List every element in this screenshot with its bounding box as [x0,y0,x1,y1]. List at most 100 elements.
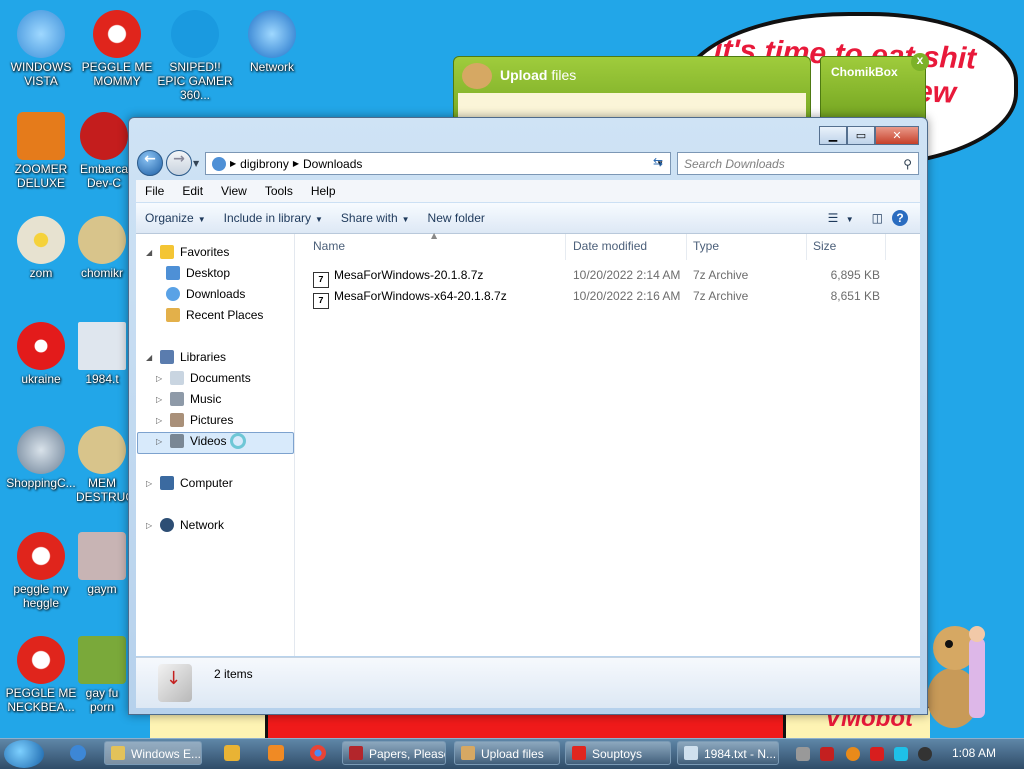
file-date: 10/20/2022 2:14 AM [573,268,681,282]
refresh-icon[interactable]: ⇆ [647,152,669,173]
back-button[interactable]: ← [137,150,163,176]
include-in-library-button[interactable]: Include in library ▼ [215,211,332,225]
desktop-icon-peggle-my-heggle[interactable]: peggle my heggle [0,532,82,610]
share-with-button[interactable]: Share with ▼ [332,211,419,225]
nav-label: Recent Places [186,308,264,322]
tray-app-icon[interactable] [796,747,810,761]
paint-icon[interactable] [268,745,284,761]
start-button[interactable] [4,740,44,768]
nav-network[interactable]: ▷ Network [146,515,224,535]
nav-videos[interactable]: ▷ Videos [156,431,247,451]
internet-explorer-icon[interactable] [70,745,86,761]
tray-monitor-icon[interactable] [894,747,908,761]
change-view-icon[interactable]: ☰ ▼ [819,211,863,225]
desktop-icon-mem-destruc[interactable]: MEM DESTRUC [76,426,128,504]
tray-flag-icon[interactable] [870,747,884,761]
organize-label: Organize [145,211,194,225]
column-header-name[interactable]: Name [313,239,345,253]
nav-favorites[interactable]: ◢ Favorites [146,242,229,262]
nav-libraries[interactable]: ◢ Libraries [146,347,226,367]
nav-music[interactable]: ▷ Music [156,389,221,409]
peggle-icon [17,636,65,684]
table-row[interactable]: 7 MesaForWindows-x64-20.1.8.7z 10/20/2022… [295,286,915,309]
star-icon [160,245,174,259]
tray-search-icon[interactable] [846,747,860,761]
menu-view[interactable]: View [212,184,256,198]
column-header-date-modified[interactable]: Date modified [573,239,647,253]
expand-icon[interactable]: ▷ [146,521,156,530]
forward-button[interactable]: → [166,150,192,176]
desktop-icon-label: ZOOMER DELUXE [14,162,68,190]
help-icon[interactable]: ? [892,210,908,226]
new-folder-button[interactable]: New folder [419,211,494,225]
menu-file[interactable]: File [136,184,173,198]
recent-pages-chevron-icon[interactable]: ▼ [193,159,199,168]
taskbar-button-souptoys[interactable]: Souptoys [565,741,671,765]
chomikbox-close-button[interactable]: x [911,53,929,71]
menu-help[interactable]: Help [302,184,345,198]
media-player-icon[interactable] [224,745,240,761]
breadcrumb-downloads[interactable]: Downloads [299,157,366,171]
table-row[interactable]: 7 MesaForWindows-20.1.8.7z 10/20/2022 2:1… [295,265,915,288]
desktop-icon-embarcadero[interactable]: Embarca Dev-C [76,112,132,190]
taskbar: Windows E... Papers, Please Upload files… [0,738,1024,769]
taskbar-button-papers-please[interactable]: Papers, Please [342,741,446,765]
desktop-icon-chomikr[interactable]: chomikr [76,216,128,280]
desktop-icon-sniped[interactable]: SNIPED!! EPIC GAMER 360... [154,10,236,102]
nav-computer[interactable]: ▷ Computer [146,473,233,493]
desktop-icon-shopping[interactable]: ShoppingC... [0,426,82,490]
expand-icon[interactable]: ▷ [156,437,166,446]
menu-tools[interactable]: Tools [256,184,302,198]
desktop-icon-gay-fu[interactable]: gay fu porn [76,636,128,714]
taskbar-button-notepad[interactable]: 1984.txt - N... [677,741,779,765]
nav-documents[interactable]: ▷ Documents [156,368,251,388]
desktop-icon-ukraine[interactable]: ukraine [0,322,82,386]
expand-icon[interactable]: ▷ [146,479,156,488]
desktop-icon-gaym[interactable]: gaym [76,532,128,596]
taskbar-button-windows-explorer[interactable]: Windows E... [104,741,202,765]
collapse-icon[interactable]: ◢ [146,248,156,257]
taskbar-label: Souptoys [592,747,643,761]
busy-cursor-icon [230,433,247,449]
nav-downloads[interactable]: Downloads [166,284,245,304]
search-icon[interactable]: ⚲ [903,157,918,171]
desktop-icon-windows-vista[interactable]: WINDOWS VISTA [0,10,82,88]
tray-v-icon[interactable] [820,747,834,761]
menu-edit[interactable]: Edit [173,184,212,198]
taskbar-label: Upload files [481,747,544,761]
address-bar[interactable]: ▶ digibrony ▶ Downloads ▼ [205,152,671,175]
desktop-icon-zom[interactable]: zom [0,216,82,280]
desktop-icon-network[interactable]: Network [231,10,313,74]
tray-volume-icon[interactable] [918,747,932,761]
hamster-mascot-icon[interactable] [925,618,1005,736]
clock-app-icon [78,216,126,264]
menu-bar: File Edit View Tools Help [136,180,920,202]
preview-pane-icon[interactable]: ◫ [863,211,892,225]
maximize-button[interactable]: ▭ [847,126,875,145]
organize-button[interactable]: Organize ▼ [136,211,215,225]
taskbar-button-upload-files[interactable]: Upload files [454,741,560,765]
breadcrumb-digibrony[interactable]: digibrony [236,157,293,171]
expand-icon[interactable]: ▷ [156,374,166,383]
desktop-icon-1984[interactable]: 1984.t [76,322,128,386]
minimize-button[interactable]: ▁ [819,126,847,145]
nav-pictures[interactable]: ▷ Pictures [156,410,233,430]
column-header-size[interactable]: Size [813,239,836,253]
desktop-icon-peggle-me-mommy[interactable]: PEGGLE ME MOMMY [76,10,158,88]
desktop-icon-zoomer-deluxe[interactable]: ZOOMER DELUXE [0,112,82,190]
explorer-window[interactable]: ▁ ▭ ✕ ← → ▼ ▶ digibrony ▶ Downloads ▼ ⇆ … [128,117,928,715]
collapse-icon[interactable]: ◢ [146,353,156,362]
chrome-icon[interactable] [310,745,326,761]
nav-desktop[interactable]: Desktop [166,263,230,283]
file-type: 7z Archive [693,268,749,282]
clock[interactable]: 1:08 AM [952,746,996,760]
nav-recent-places[interactable]: Recent Places [166,305,263,325]
file-date: 10/20/2022 2:16 AM [573,289,681,303]
expand-icon[interactable]: ▷ [156,395,166,404]
desktop-icon-peggle-neckbeard[interactable]: PEGGLE ME NECKBEA... [0,636,82,714]
computer-icon [212,156,226,171]
expand-icon[interactable]: ▷ [156,416,166,425]
column-header-type[interactable]: Type [693,239,719,253]
search-input[interactable]: Search Downloads ⚲ [677,152,919,175]
close-button[interactable]: ✕ [875,126,919,145]
